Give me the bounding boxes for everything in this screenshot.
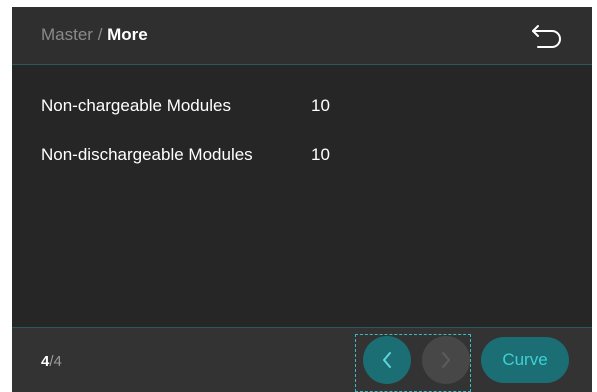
next-page-button[interactable] [422, 336, 470, 384]
breadcrumb: Master / More [41, 24, 148, 46]
chevron-left-icon [383, 352, 391, 368]
breadcrumb-parent[interactable]: Master [41, 25, 93, 44]
content-area: Non-chargeable Modules 10 Non-dischargea… [12, 65, 592, 327]
page-indicator: 4/4 [41, 353, 62, 370]
row-value: 10 [311, 96, 330, 115]
list-item-non-chargeable: Non-chargeable Modules 10 [41, 95, 330, 117]
undo-back-arrow-icon [532, 25, 561, 48]
page-total: 4 [53, 353, 62, 370]
list-item-non-dischargeable: Non-dischargeable Modules 10 [41, 144, 330, 166]
previous-page-button[interactable] [363, 336, 411, 384]
curve-button[interactable]: Curve [481, 337, 569, 383]
breadcrumb-current: More [107, 25, 148, 44]
footer-bar: 4/4 Curve [12, 327, 592, 392]
header-bar: Master / More [12, 7, 592, 65]
row-label: Non-dischargeable Modules [41, 145, 253, 164]
chevron-right-icon [442, 352, 450, 368]
row-label: Non-chargeable Modules [41, 96, 231, 115]
row-value: 10 [311, 145, 330, 164]
back-button[interactable] [528, 20, 568, 52]
breadcrumb-separator: / [92, 25, 108, 44]
device-screen: Master / More Non-chargeable Modules 10 … [12, 7, 592, 392]
